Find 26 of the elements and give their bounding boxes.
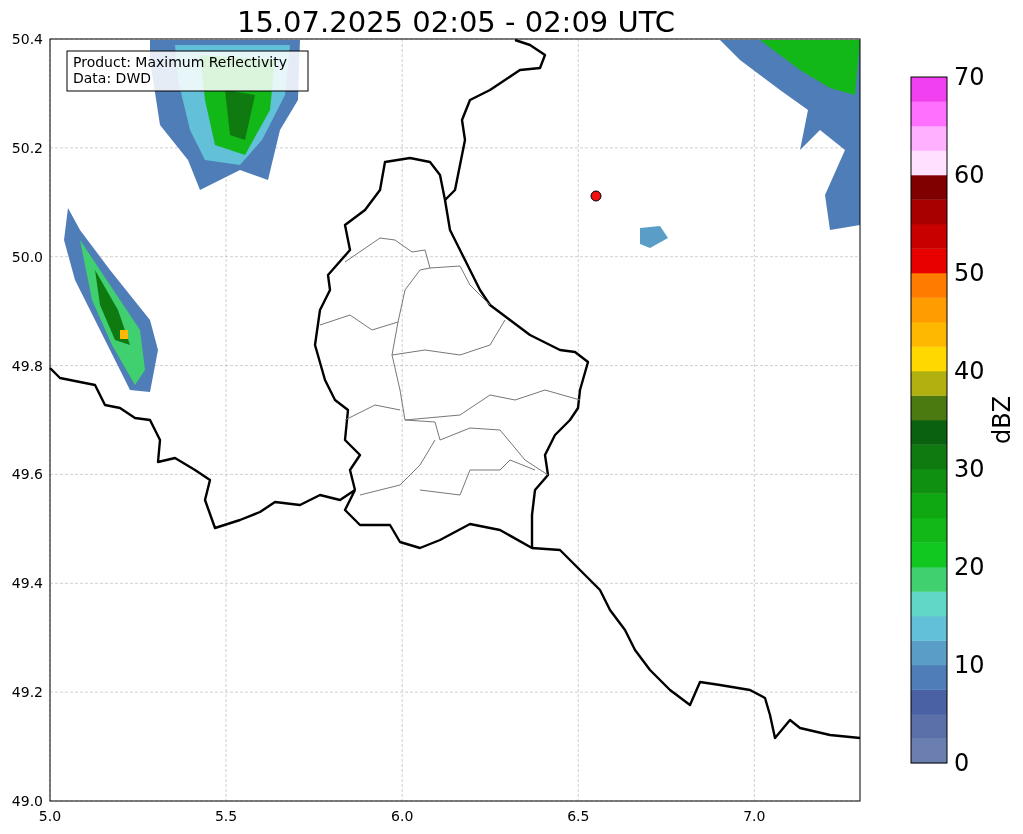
chart-title: 15.07.2025 02:05 - 02:09 UTC — [237, 5, 675, 39]
y-tick-label: 49.4 — [11, 575, 43, 592]
x-tick-label: 6.0 — [391, 808, 414, 824]
colorbar-tick-label: 60 — [954, 161, 985, 189]
x-tick-label: 5.0 — [38, 808, 62, 824]
y-tick-label: 49.6 — [11, 466, 43, 483]
colorbar-tick-label: 70 — [954, 63, 985, 91]
x-tick-label: 5.5 — [214, 808, 238, 824]
info-text: Data: DWD — [73, 70, 151, 86]
y-tick-label: 50.4 — [11, 31, 43, 47]
info-text: Product: Maximum Reflectivity — [73, 54, 287, 70]
y-tick-label: 50.2 — [11, 139, 43, 156]
x-tick-label: 6.5 — [567, 808, 590, 824]
y-tick-label: 49.2 — [11, 684, 43, 701]
colorbar-tick-label: 30 — [954, 455, 985, 483]
location-marker — [590, 190, 602, 202]
y-tick-label: 49.0 — [11, 793, 43, 809]
x-tick-label: 7.0 — [743, 808, 766, 824]
colorbar-tick-label: 50 — [954, 259, 985, 287]
colorbar-label: dBZ — [988, 395, 1016, 445]
y-tick-label: 49.8 — [11, 357, 43, 374]
colorbar-tick-label: 40 — [954, 357, 985, 385]
colorbar-tick-label: 10 — [954, 651, 985, 679]
y-tick-label: 50.0 — [11, 248, 43, 265]
colorbar-tick-label: 20 — [954, 553, 985, 581]
colorbar-tick-label: 0 — [954, 749, 970, 777]
